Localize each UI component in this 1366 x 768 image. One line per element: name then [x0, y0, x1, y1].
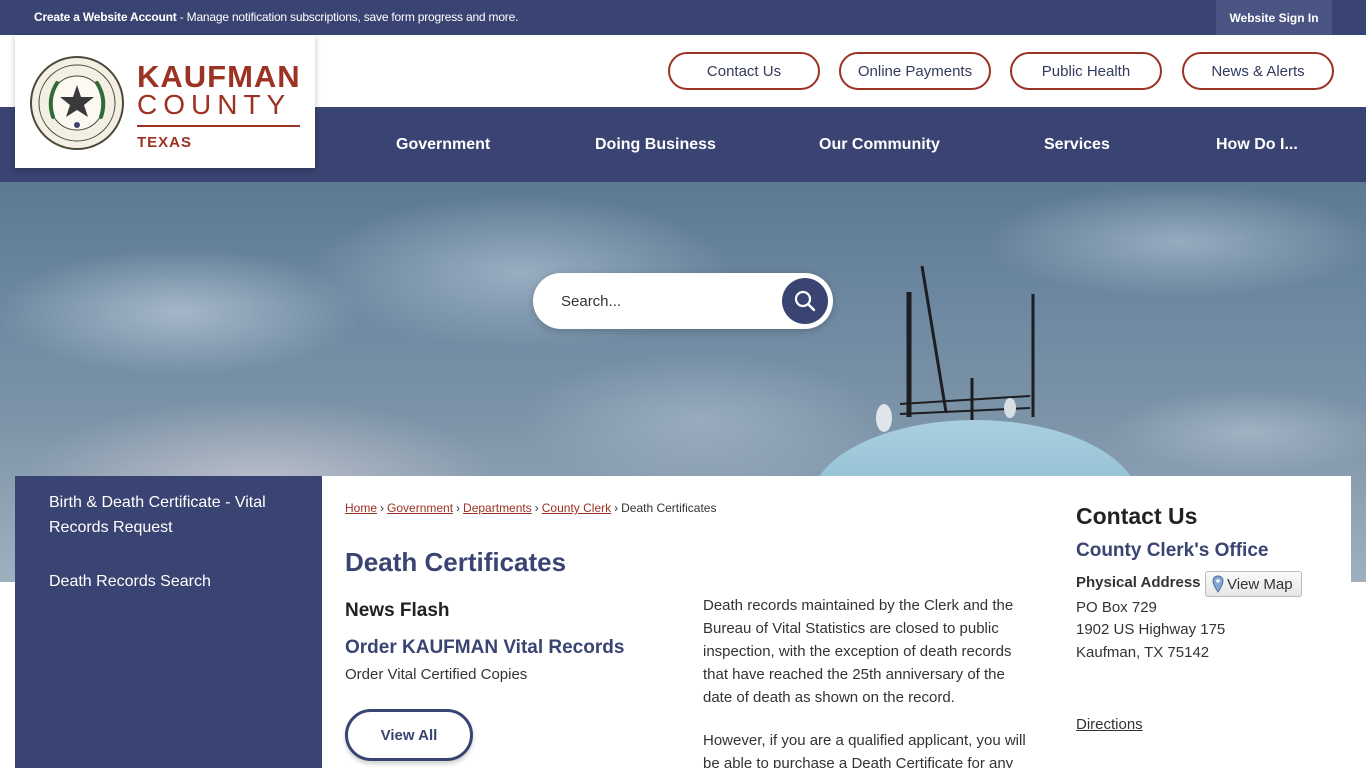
search-input[interactable] [561, 289, 781, 313]
notification-bar: Create a Website Account - Manage notifi… [0, 0, 1366, 35]
breadcrumb-home[interactable]: Home [345, 501, 377, 515]
physical-address-label: Physical Address [1076, 574, 1201, 591]
nav-services[interactable]: Services [1044, 107, 1110, 182]
news-flash-item-summary: Order Vital Certified Copies [345, 666, 528, 683]
county-logo[interactable]: KAUFMAN COUNTY TEXAS [15, 35, 315, 168]
nav-doing-business[interactable]: Doing Business [595, 107, 716, 182]
nav-our-community[interactable]: Our Community [819, 107, 940, 182]
online-payments-button[interactable]: Online Payments [839, 52, 991, 90]
logo-divider [137, 125, 300, 127]
address-line-2: 1902 US Highway 175 [1076, 621, 1226, 638]
search-icon [794, 290, 816, 312]
view-map-button[interactable]: View Map [1205, 571, 1302, 597]
sidebar-nav: Birth & Death Certificate - Vital Record… [15, 476, 322, 768]
breadcrumb-separator: › [380, 501, 385, 515]
create-account-description: - Manage notification subscriptions, sav… [176, 10, 519, 24]
view-map-label: View Map [1227, 575, 1293, 593]
website-sign-in-button[interactable]: Website Sign In [1216, 0, 1332, 35]
address-line-3: Kaufman, TX 75142 [1076, 644, 1210, 661]
logo-county: COUNTY [137, 89, 292, 120]
site-search [533, 273, 833, 329]
county-seal-icon [30, 56, 124, 150]
news-alerts-button[interactable]: News & Alerts [1182, 52, 1334, 90]
breadcrumb-separator: › [456, 501, 461, 515]
sidebar-item-death-records-search[interactable]: Death Records Search [49, 569, 279, 594]
breadcrumb-separator: › [614, 501, 619, 515]
create-account-link[interactable]: Create a Website Account [34, 10, 177, 24]
contact-us-heading: Contact Us [1076, 503, 1198, 529]
news-flash-item-link[interactable]: Order KAUFMAN Vital Records [345, 637, 624, 659]
death-records-paragraph: Death records maintained by the Clerk an… [703, 597, 1014, 706]
public-health-button[interactable]: Public Health [1010, 52, 1162, 90]
contact-us-button[interactable]: Contact Us [668, 52, 820, 90]
directions-link[interactable]: Directions [1076, 716, 1143, 733]
news-flash-heading: News Flash [345, 600, 450, 621]
breadcrumb-government[interactable]: Government [387, 501, 453, 515]
search-button[interactable] [782, 278, 828, 324]
sidebar-item-vital-records-request[interactable]: Birth & Death Certificate - Vital Record… [49, 490, 279, 540]
create-account-message[interactable]: Create a Website Account - Manage notifi… [34, 10, 518, 24]
breadcrumb-current: Death Certificates [621, 501, 717, 515]
breadcrumb-separator: › [534, 501, 539, 515]
qualified-applicant-paragraph: However, if you are a qualified applican… [703, 732, 1026, 768]
breadcrumb-departments[interactable]: Departments [463, 501, 532, 515]
contact-office-name[interactable]: County Clerk's Office [1076, 540, 1268, 562]
map-pin-icon [1212, 575, 1224, 593]
breadcrumb-county-clerk[interactable]: County Clerk [542, 501, 611, 515]
address-line-1: PO Box 729 [1076, 599, 1157, 616]
page-title: Death Certificates [345, 547, 567, 577]
nav-how-do-i[interactable]: How Do I... [1216, 107, 1298, 182]
main-content: Home › Government › Departments › County Clerk… [322, 476, 1351, 768]
nav-government[interactable]: Government [396, 107, 490, 182]
logo-state: TEXAS [137, 134, 193, 151]
breadcrumb: Home › Government › Departments › County Clerk… [345, 501, 716, 515]
view-all-button[interactable]: View All [345, 709, 473, 761]
